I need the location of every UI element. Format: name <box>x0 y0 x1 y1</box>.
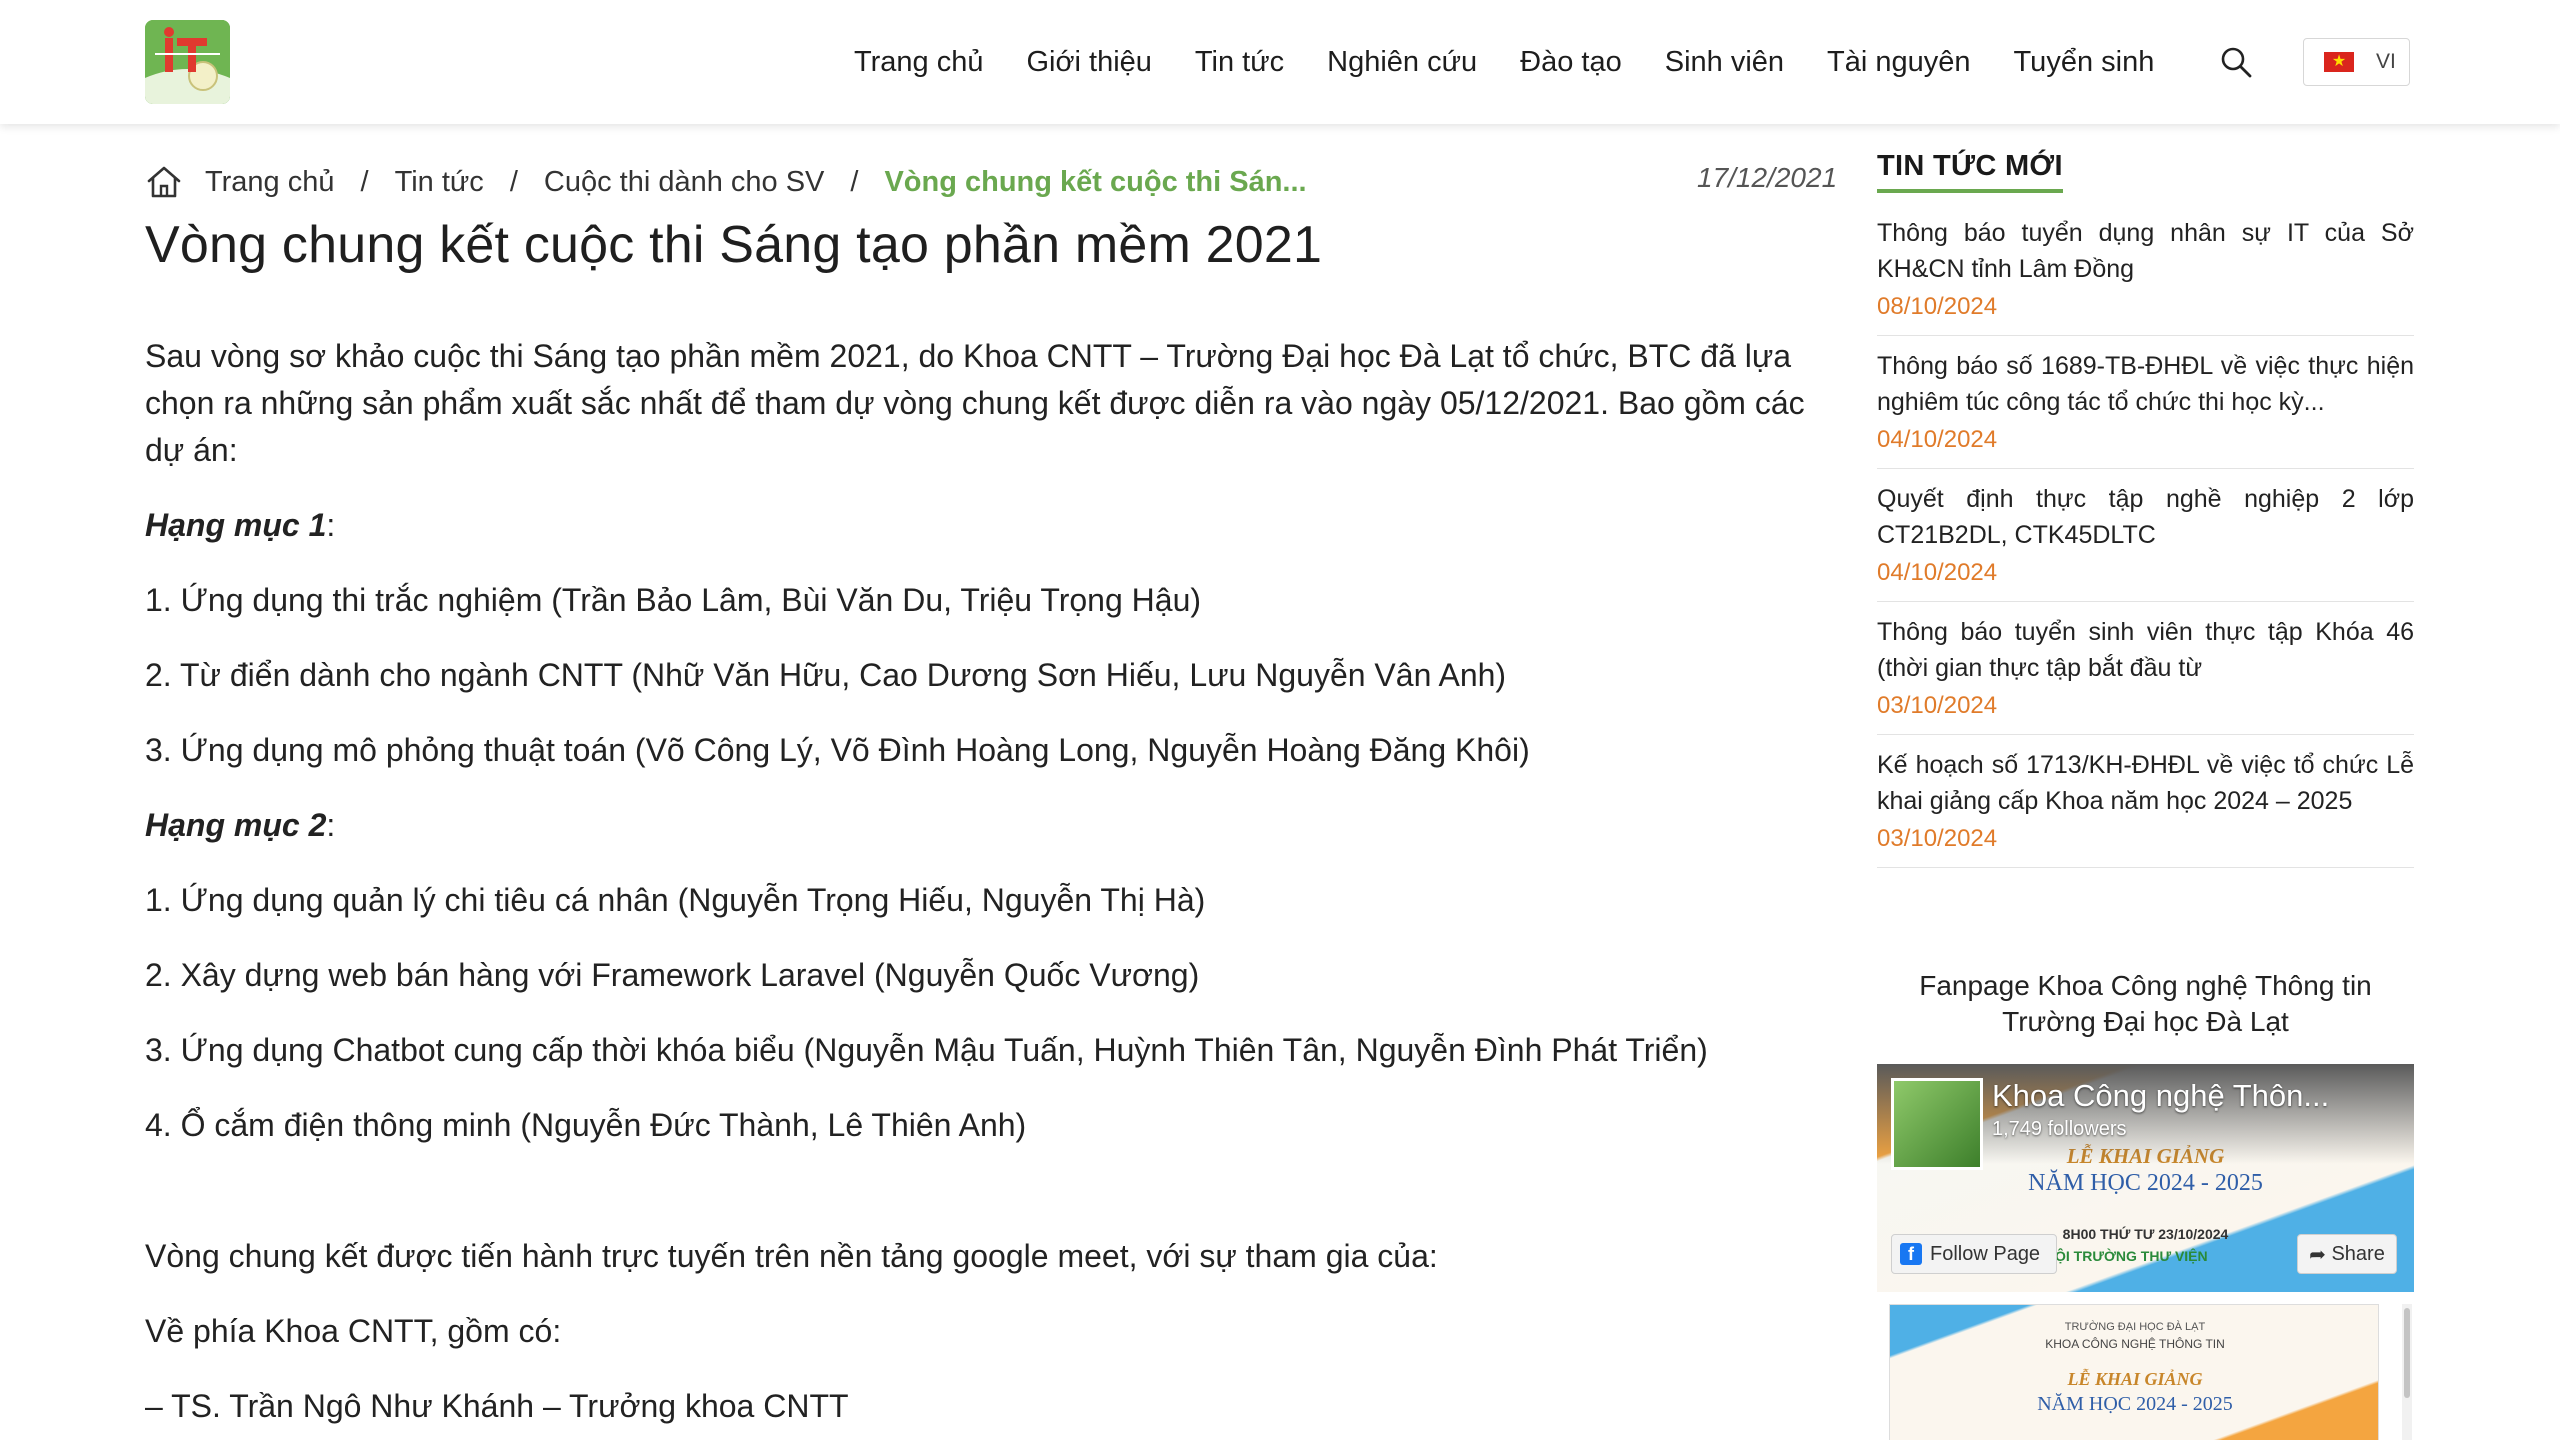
category-2-item: 2. Xây dựng web bán hàng với Framework L… <box>145 957 1200 993</box>
breadcrumb-student-contests[interactable]: Cuộc thi dành cho SV <box>544 166 825 199</box>
facebook-icon: f <box>1900 1243 1922 1265</box>
site-logo[interactable] <box>145 20 230 104</box>
latest-news-heading: TIN TỨC MỚI <box>1877 150 2063 193</box>
news-item[interactable]: Thông báo tuyển dụng nhân sự IT của Sở K… <box>1877 203 2414 336</box>
category-1-label: Hạng mục 1 <box>145 507 327 543</box>
final-round-text: Vòng chung kết được tiến hành trực tuyến… <box>145 1238 1438 1274</box>
scrollbar-thumb[interactable] <box>2404 1308 2410 1398</box>
share-label: Share <box>2331 1242 2385 1265</box>
post-school: TRƯỜNG ĐẠI HỌC ĐÀ LẠT <box>2064 1321 2206 1333</box>
sidebar: TIN TỨC MỚI Thông báo tuyển dụng nhân sự… <box>1877 150 2414 868</box>
facebook-cover-image[interactable]: LỄ KHAI GIẢNG NĂM HỌC 2024 - 2025 8H00 T… <box>1877 1064 2414 1292</box>
article-body: Sau vòng sơ khảo cuộc thi Sáng tạo phần … <box>145 333 1845 1440</box>
news-item[interactable]: Thông báo số 1689-TB-ĐHĐL về việc thực h… <box>1877 336 2414 469</box>
vietnam-flag-icon: ★ <box>2324 52 2354 72</box>
nav-research[interactable]: Nghiên cứu <box>1327 46 1477 79</box>
nav-resources[interactable]: Tài nguyên <box>1827 46 1971 79</box>
category-1-heading: Hạng mục 1: <box>145 507 336 543</box>
breadcrumb-separator: / <box>509 165 518 198</box>
logo-graphic <box>145 20 230 104</box>
category-1-item: 2. Từ điển dành cho ngành CNTT (Nhữ Văn … <box>145 657 1507 693</box>
nav-students[interactable]: Sinh viên <box>1665 46 1784 79</box>
news-item[interactable]: Kế hoạch số 1713/KH-ĐHĐL về việc tổ chức… <box>1877 735 2414 868</box>
latest-news-list: Thông báo tuyển dụng nhân sự IT của Sở K… <box>1877 203 2414 868</box>
breadcrumb-separator: / <box>360 165 369 198</box>
nav-news[interactable]: Tin tức <box>1195 46 1284 79</box>
breadcrumb-separator: / <box>850 165 859 198</box>
faculty-side-text: Về phía Khoa CNTT, gồm có: <box>145 1313 562 1349</box>
category-1-item: 1. Ứng dụng thi trắc nghiệm (Trần Bảo Lâ… <box>145 582 1202 618</box>
cover-event-year: NĂM HỌC 2024 - 2025 <box>2028 1170 2263 1196</box>
facebook-followers: 1,749 followers <box>1992 1118 2127 1140</box>
nav-admissions[interactable]: Tuyển sinh <box>2014 46 2155 79</box>
breadcrumb: Trang chủ / Tin tức / Cuộc thi dành cho … <box>145 160 1307 204</box>
search-icon[interactable] <box>2218 44 2254 80</box>
news-date: 08/10/2024 <box>1877 293 1998 320</box>
news-title[interactable]: Quyết định thực tập nghề nghiệp 2 lớp CT… <box>1877 481 2414 553</box>
cover-event-place: ỘI TRƯỜNG THƯ VIỆN <box>2055 1248 2208 1264</box>
nav-home[interactable]: Trang chủ <box>854 46 984 79</box>
news-item[interactable]: Quyết định thực tập nghề nghiệp 2 lớp CT… <box>1877 469 2414 602</box>
nav-training[interactable]: Đào tạo <box>1520 46 1622 79</box>
facebook-page-widget: LỄ KHAI GIẢNG NĂM HỌC 2024 - 2025 8H00 T… <box>1877 1064 2414 1440</box>
article-intro: Sau vòng sơ khảo cuộc thi Sáng tạo phần … <box>145 338 1805 468</box>
breadcrumb-home[interactable]: Trang chủ <box>205 166 335 199</box>
news-date: 04/10/2024 <box>1877 426 1998 453</box>
category-1-item: 3. Ứng dụng mô phỏng thuật toán (Võ Công… <box>145 732 1530 768</box>
category-2-item: 1. Ứng dụng quản lý chi tiêu cá nhân (Ng… <box>145 882 1206 918</box>
follow-page-label: Follow Page <box>1930 1242 2041 1265</box>
breadcrumb-current: Vòng chung kết cuộc thi Sán... <box>884 165 1307 198</box>
member-line: – TS. Trần Ngô Như Khánh – Trưởng khoa C… <box>145 1388 849 1424</box>
follow-page-button[interactable]: f Follow Page <box>1891 1234 2057 1274</box>
news-title[interactable]: Kế hoạch số 1713/KH-ĐHĐL về việc tổ chức… <box>1877 747 2414 819</box>
facebook-page-avatar[interactable] <box>1891 1078 1983 1170</box>
facebook-page-name[interactable]: Khoa Công nghệ Thôn... <box>1992 1078 2329 1114</box>
category-2-item: 4. Ổ cắm điện thông minh (Nguyễn Đức Thà… <box>145 1107 1027 1143</box>
facebook-post-image[interactable]: TRƯỜNG ĐẠI HỌC ĐÀ LẠT KHOA CÔNG NGHỆ THÔ… <box>1889 1304 2379 1440</box>
news-title[interactable]: Thông báo số 1689-TB-ĐHĐL về việc thực h… <box>1877 348 2414 420</box>
news-date: 03/10/2024 <box>1877 825 1998 852</box>
share-button[interactable]: ➦ Share <box>2297 1234 2397 1274</box>
category-2-label: Hạng mục 2 <box>145 807 327 843</box>
post-faculty: KHOA CÔNG NGHỆ THÔNG TIN <box>2045 1337 2225 1351</box>
language-label: VI <box>2376 50 2396 73</box>
news-date: 03/10/2024 <box>1877 692 1998 719</box>
category-2-item: 3. Ứng dụng Chatbot cung cấp thời khóa b… <box>145 1032 1708 1068</box>
news-title[interactable]: Thông báo tuyển dụng nhân sự IT của Sở K… <box>1877 215 2414 287</box>
news-date: 04/10/2024 <box>1877 559 1998 586</box>
page-title: Vòng chung kết cuộc thi Sáng tạo phần mề… <box>145 216 1323 274</box>
share-icon: ➦ <box>2309 1243 2332 1266</box>
post-title: LỄ KHAI GIẢNG <box>2067 1369 2203 1389</box>
widget-scrollbar[interactable] <box>2402 1304 2412 1440</box>
news-title[interactable]: Thông báo tuyển sinh viên thực tập Khóa … <box>1877 614 2414 686</box>
nav-about[interactable]: Giới thiệu <box>1027 46 1152 79</box>
site-header: Trang chủ Giới thiệu Tin tức Nghiên cứu … <box>0 0 2560 124</box>
news-item[interactable]: Thông báo tuyển sinh viên thực tập Khóa … <box>1877 602 2414 735</box>
post-year: NĂM HỌC 2024 - 2025 <box>2037 1393 2233 1415</box>
category-2-heading: Hạng mục 2: <box>145 807 336 843</box>
fanpage-heading: Fanpage Khoa Công nghệ Thông tin Trường … <box>1919 970 2372 1037</box>
home-icon[interactable] <box>145 163 183 201</box>
post-date: 17/12/2021 <box>1697 162 1838 193</box>
breadcrumb-news[interactable]: Tin tức <box>395 166 484 199</box>
language-selector[interactable]: ★ VI <box>2303 38 2410 86</box>
main-nav: Trang chủ Giới thiệu Tin tức Nghiên cứu … <box>854 40 2154 84</box>
